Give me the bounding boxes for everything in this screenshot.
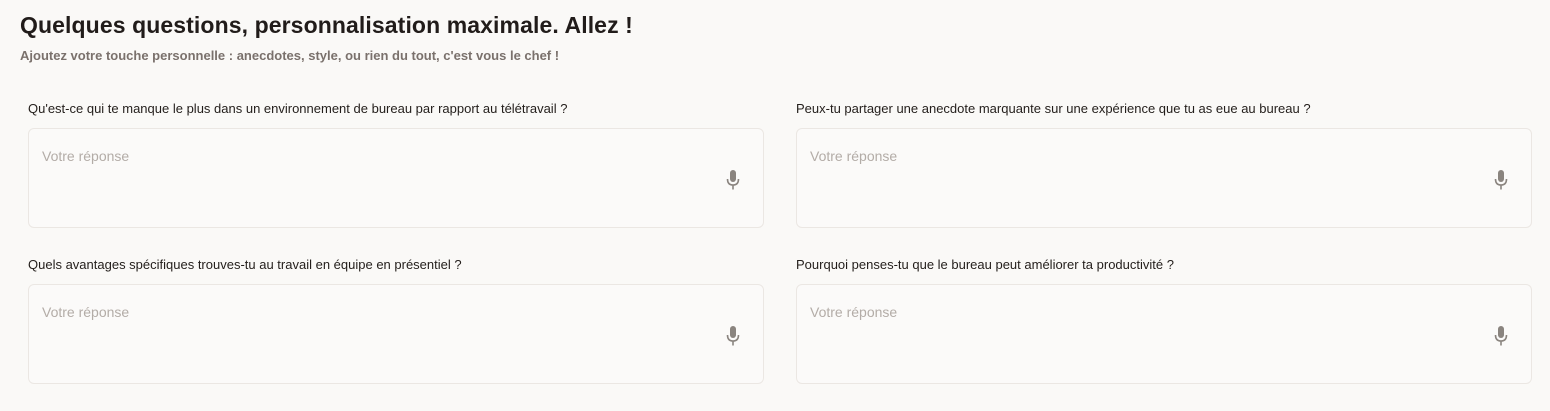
microphone-button[interactable] [723,169,743,191]
microphone-icon [1494,170,1508,190]
microphone-button[interactable] [723,325,743,347]
answer-input[interactable] [797,285,1531,383]
question-block: Pourquoi penses-tu que le bureau peut am… [796,256,1532,384]
microphone-button[interactable] [1491,169,1511,191]
question-label: Quels avantages spécifiques trouves-tu a… [28,257,462,272]
microphone-icon [726,170,740,190]
page-title: Quelques questions, personnalisation max… [20,12,633,38]
microphone-icon [726,326,740,346]
answer-input[interactable] [29,285,763,383]
answer-box [28,128,764,228]
question-block: Peux-tu partager une anecdote marquante … [796,100,1532,228]
microphone-icon [1494,326,1508,346]
answer-input[interactable] [29,129,763,227]
question-label: Peux-tu partager une anecdote marquante … [796,101,1311,116]
page-header: Quelques questions, personnalisation max… [20,8,633,64]
answer-box [796,128,1532,228]
question-block: Qu'est-ce qui te manque le plus dans un … [28,100,764,228]
question-label: Qu'est-ce qui te manque le plus dans un … [28,101,568,116]
answer-box [796,284,1532,384]
answer-input[interactable] [797,129,1531,227]
page-subtitle: Ajoutez votre touche personnelle : anecd… [20,48,560,63]
question-block: Quels avantages spécifiques trouves-tu a… [28,256,764,384]
questions-grid: Qu'est-ce qui te manque le plus dans un … [28,100,1532,384]
question-label: Pourquoi penses-tu que le bureau peut am… [796,257,1174,272]
microphone-button[interactable] [1491,325,1511,347]
answer-box [28,284,764,384]
